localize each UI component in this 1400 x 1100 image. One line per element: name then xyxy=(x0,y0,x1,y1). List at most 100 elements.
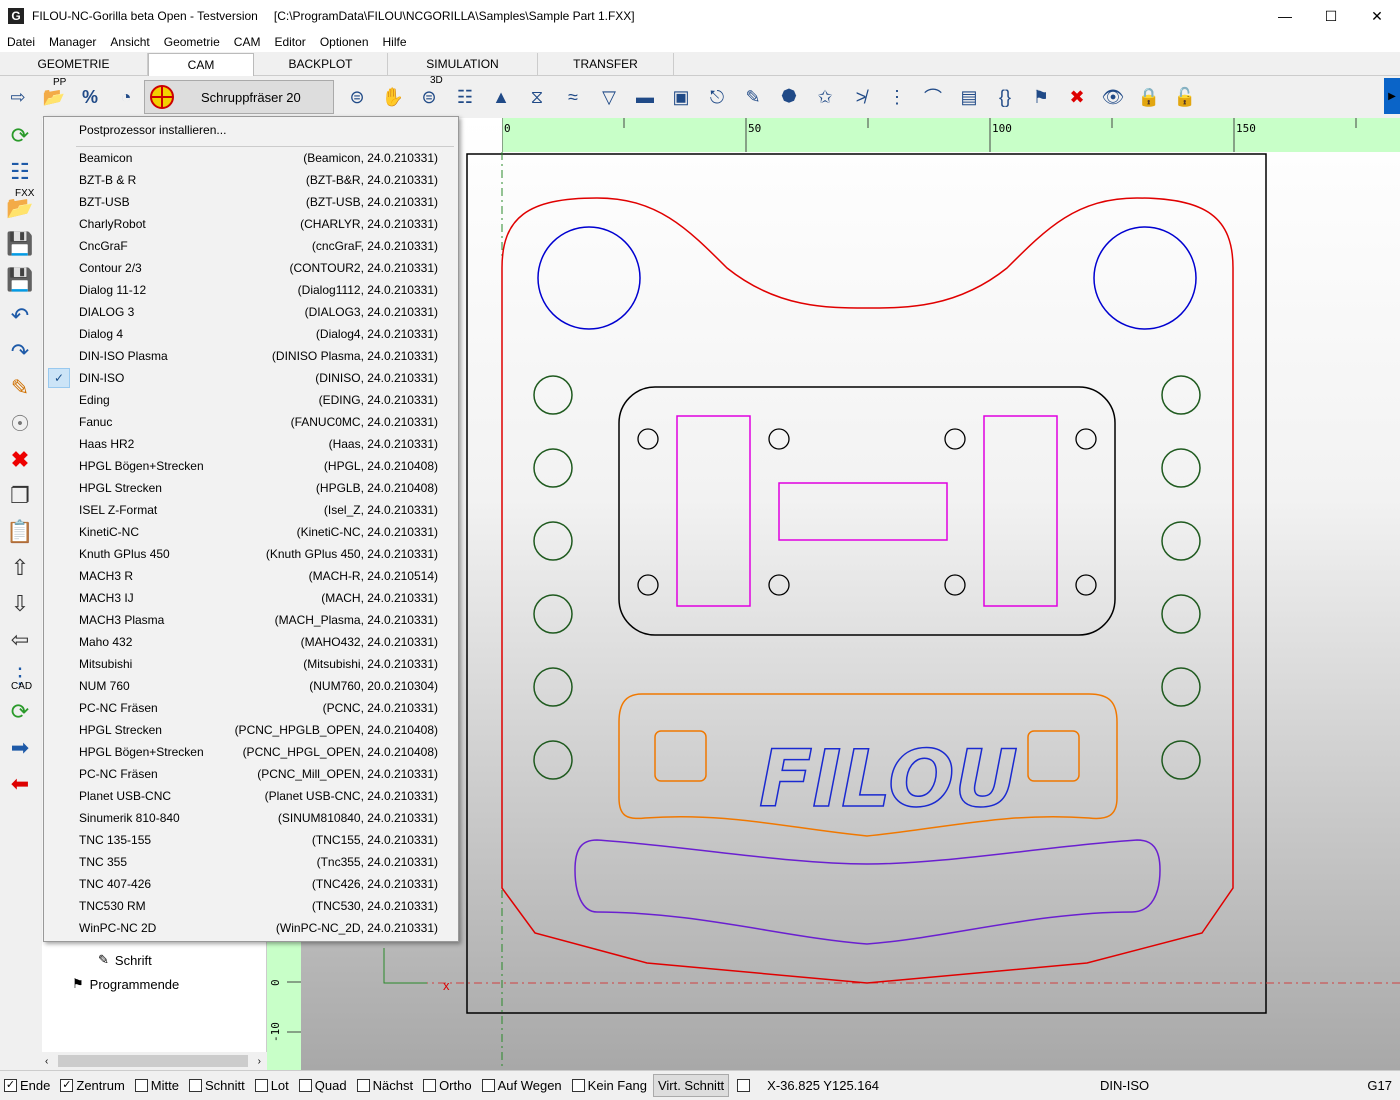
pp-item[interactable]: HPGL Bögen+Strecken (HPGL, 24.0.210408) xyxy=(44,455,458,477)
pp-item[interactable]: TNC 135-155 (TNC155, 24.0.210331) xyxy=(44,829,458,851)
menu-manager[interactable]: Manager xyxy=(42,35,103,49)
pp-item[interactable]: Haas HR2 (Haas, 24.0.210331) xyxy=(44,433,458,455)
pp-item[interactable]: Dialog 11-12 (Dialog1112, 24.0.210331) xyxy=(44,279,458,301)
snap-ortho-checkbox[interactable]: Ortho xyxy=(423,1078,472,1093)
tree-item-programmende[interactable]: ⚑ Programmende xyxy=(72,976,179,992)
pp-item[interactable]: DIN-ISO Plasma (DINISO Plasma, 24.0.21033… xyxy=(44,345,458,367)
window-icon[interactable]: ▤ xyxy=(954,81,984,113)
minimize-button[interactable]: — xyxy=(1262,0,1308,32)
pp-item[interactable]: NUM 760 (NUM760, 20.0.210304) xyxy=(44,675,458,697)
pp-item[interactable]: Maho 432 (MAHO432, 24.0.210331) xyxy=(44,631,458,653)
pp-item[interactable]: BZT-B & R (BZT-B&R, 24.0.210331) xyxy=(44,169,458,191)
pp-item[interactable]: TNC 355 (Tnc355, 24.0.210331) xyxy=(44,851,458,873)
spiral-icon[interactable]: ⧖ xyxy=(522,81,552,113)
pp-item[interactable]: MACH3 IJ (MACH, 24.0.210331) xyxy=(44,587,458,609)
tab-backplot[interactable]: BACKPLOT xyxy=(254,53,388,76)
snap-lot-checkbox[interactable]: Lot xyxy=(254,1078,289,1093)
slot-icon[interactable]: ▬ xyxy=(630,81,660,113)
pp-item[interactable]: CncGraF (cncGraF, 24.0.210331) xyxy=(44,235,458,257)
pp-item[interactable]: TNC 407-426 (TNC426, 24.0.210331) xyxy=(44,873,458,895)
lock-icon[interactable]: 🔒 xyxy=(1134,81,1164,113)
chamfer-3d-icon[interactable]: ⯄ xyxy=(774,81,804,113)
text-engrave-icon[interactable]: ✩ xyxy=(810,81,840,113)
undo-icon[interactable]: ↶ xyxy=(3,298,37,334)
contour-icon[interactable]: ⊜ xyxy=(342,81,372,113)
menu-editor[interactable]: Editor xyxy=(267,35,312,49)
unlock-icon[interactable]: 🔓 xyxy=(1170,81,1200,113)
thread-icon[interactable]: ≈ xyxy=(558,81,588,113)
visibility-icon[interactable]: 👁 xyxy=(1098,81,1128,113)
pp-item[interactable]: HPGL Bögen+Strecken (PCNC_HPGL_OPEN, 24.0… xyxy=(44,741,458,763)
tree-horizontal-scrollbar[interactable]: ‹ › xyxy=(42,1052,267,1070)
pp-item[interactable]: WinPC-NC 2D (WinPC-NC_2D, 24.0.210331) xyxy=(44,917,458,939)
virt-schnitt-button[interactable]: Virt. Schnitt xyxy=(652,1074,730,1097)
pp-item[interactable]: KinetiC-NC (KinetiC-NC, 24.0.210331) xyxy=(44,521,458,543)
pp-item[interactable]: Mitsubishi (Mitsubishi, 24.0.210331) xyxy=(44,653,458,675)
export-icon[interactable]: ⬅ xyxy=(3,766,37,802)
hand-icon[interactable]: ✋ xyxy=(378,81,408,113)
install-postprocessor-item[interactable]: Postprozessor installieren... xyxy=(79,123,226,137)
menu-ansicht[interactable]: Ansicht xyxy=(103,35,156,49)
refresh-tree-icon[interactable]: ⟳ xyxy=(3,694,37,730)
pp-item-selected[interactable]: ✓ DIN-ISO (DINISO, 24.0.210331) xyxy=(44,367,458,389)
percent-icon[interactable]: % xyxy=(75,81,105,113)
pp-item[interactable]: ISEL Z-Format (Isel_Z, 24.0.210331) xyxy=(44,499,458,521)
select-tree-icon[interactable]: ⇨ xyxy=(3,81,33,113)
lightbulb-icon[interactable]: ☉ xyxy=(3,406,37,442)
snap-auf-wegen-checkbox[interactable]: Auf Wegen xyxy=(481,1078,562,1093)
arrow-down-icon[interactable]: ⇩ xyxy=(3,586,37,622)
pencil-icon[interactable]: ✎ xyxy=(3,370,37,406)
tab-simulation[interactable]: SIMULATION xyxy=(388,53,538,76)
pp-item[interactable]: Dialog 4 (Dialog4, 24.0.210331) xyxy=(44,323,458,345)
postprocessor-button[interactable]: 📂 PP xyxy=(39,77,69,113)
pp-item[interactable]: DIALOG 3 (DIALOG3, 24.0.210331) xyxy=(44,301,458,323)
pp-item[interactable]: HPGL Strecken (HPGLB, 24.0.210408) xyxy=(44,477,458,499)
copy-icon[interactable]: ❐ xyxy=(3,478,37,514)
zigzag-icon[interactable]: ≯ xyxy=(846,81,876,113)
origin-icon[interactable]: ◔ xyxy=(111,81,141,113)
pp-item[interactable]: TNC530 RM (TNC530, 24.0.210331) xyxy=(44,895,458,917)
pocket-icon[interactable]: ▣ xyxy=(666,81,696,113)
refresh-icon[interactable]: ⟳ xyxy=(3,118,37,154)
pp-item[interactable]: HPGL Strecken (PCNC_HPGLB_OPEN, 24.0.2104… xyxy=(44,719,458,741)
pp-item[interactable]: PC-NC Fräsen (PCNC_Mill_OPEN, 24.0.210331… xyxy=(44,763,458,785)
scroll-thumb[interactable] xyxy=(58,1055,248,1067)
filter-icon[interactable]: ▽ xyxy=(594,81,624,113)
tab-cam[interactable]: CAM xyxy=(148,53,254,76)
tree-item-schrift[interactable]: ✎ Schrift xyxy=(98,952,152,968)
checkered-flag-icon[interactable]: ⚑ xyxy=(1026,81,1056,113)
close-button[interactable]: ✕ xyxy=(1354,0,1400,32)
arcs-icon[interactable]: ⌒ xyxy=(918,81,948,113)
import-icon[interactable]: ➡ xyxy=(3,730,37,766)
t-slot-icon[interactable]: ⎋ xyxy=(702,81,732,113)
pp-item[interactable]: Contour 2/3 (CONTOUR2, 24.0.210331) xyxy=(44,257,458,279)
snap-mitte-checkbox[interactable]: Mitte xyxy=(134,1078,179,1093)
3d-contour-icon[interactable]: ⊜ 3D xyxy=(414,75,444,113)
delete-icon[interactable]: ✖ xyxy=(3,442,37,478)
pp-item[interactable]: CharlyRobot (CHARLYR, 24.0.210331) xyxy=(44,213,458,235)
open-fxx-button[interactable]: 📂 FXX xyxy=(3,188,37,226)
pp-item[interactable]: Knuth GPlus 450 (Knuth GPlus 450, 24.0.21… xyxy=(44,543,458,565)
drill-icon[interactable]: ☷ xyxy=(450,81,480,113)
pp-item[interactable]: Eding (EDING, 24.0.210331) xyxy=(44,389,458,411)
pp-item[interactable]: MACH3 Plasma (MACH_Plasma, 24.0.210331) xyxy=(44,609,458,631)
menu-cam[interactable]: CAM xyxy=(227,35,268,49)
arrow-up-icon[interactable]: ⇧ xyxy=(3,550,37,586)
snap-kein-fang-checkbox[interactable]: Kein Fang xyxy=(571,1078,647,1093)
menu-optionen[interactable]: Optionen xyxy=(313,35,376,49)
snap-zentrum-checkbox[interactable]: ✓ Zentrum xyxy=(60,1078,125,1093)
scroll-right-icon[interactable]: › xyxy=(258,1056,261,1067)
toolbar-scroll-right-button[interactable]: ▶ xyxy=(1384,78,1400,114)
paste-icon[interactable]: 📋 xyxy=(3,514,37,550)
delete-views-icon[interactable]: ✖ xyxy=(1062,81,1092,113)
maximize-button[interactable]: ☐ xyxy=(1308,0,1354,32)
scroll-left-icon[interactable]: ‹ xyxy=(45,1056,48,1067)
redo-icon[interactable]: ↷ xyxy=(3,334,37,370)
virt-schnitt-checkbox[interactable] xyxy=(737,1079,751,1092)
pp-item[interactable]: MACH3 R (MACH-R, 24.0.210514) xyxy=(44,565,458,587)
menu-hilfe[interactable]: Hilfe xyxy=(376,35,414,49)
menu-datei[interactable]: Datei xyxy=(0,35,42,49)
save-icon[interactable]: 💾 xyxy=(3,226,37,262)
snap-schnitt-checkbox[interactable]: Schnitt xyxy=(188,1078,245,1093)
chamfer-icon[interactable]: ▲ xyxy=(486,81,516,113)
